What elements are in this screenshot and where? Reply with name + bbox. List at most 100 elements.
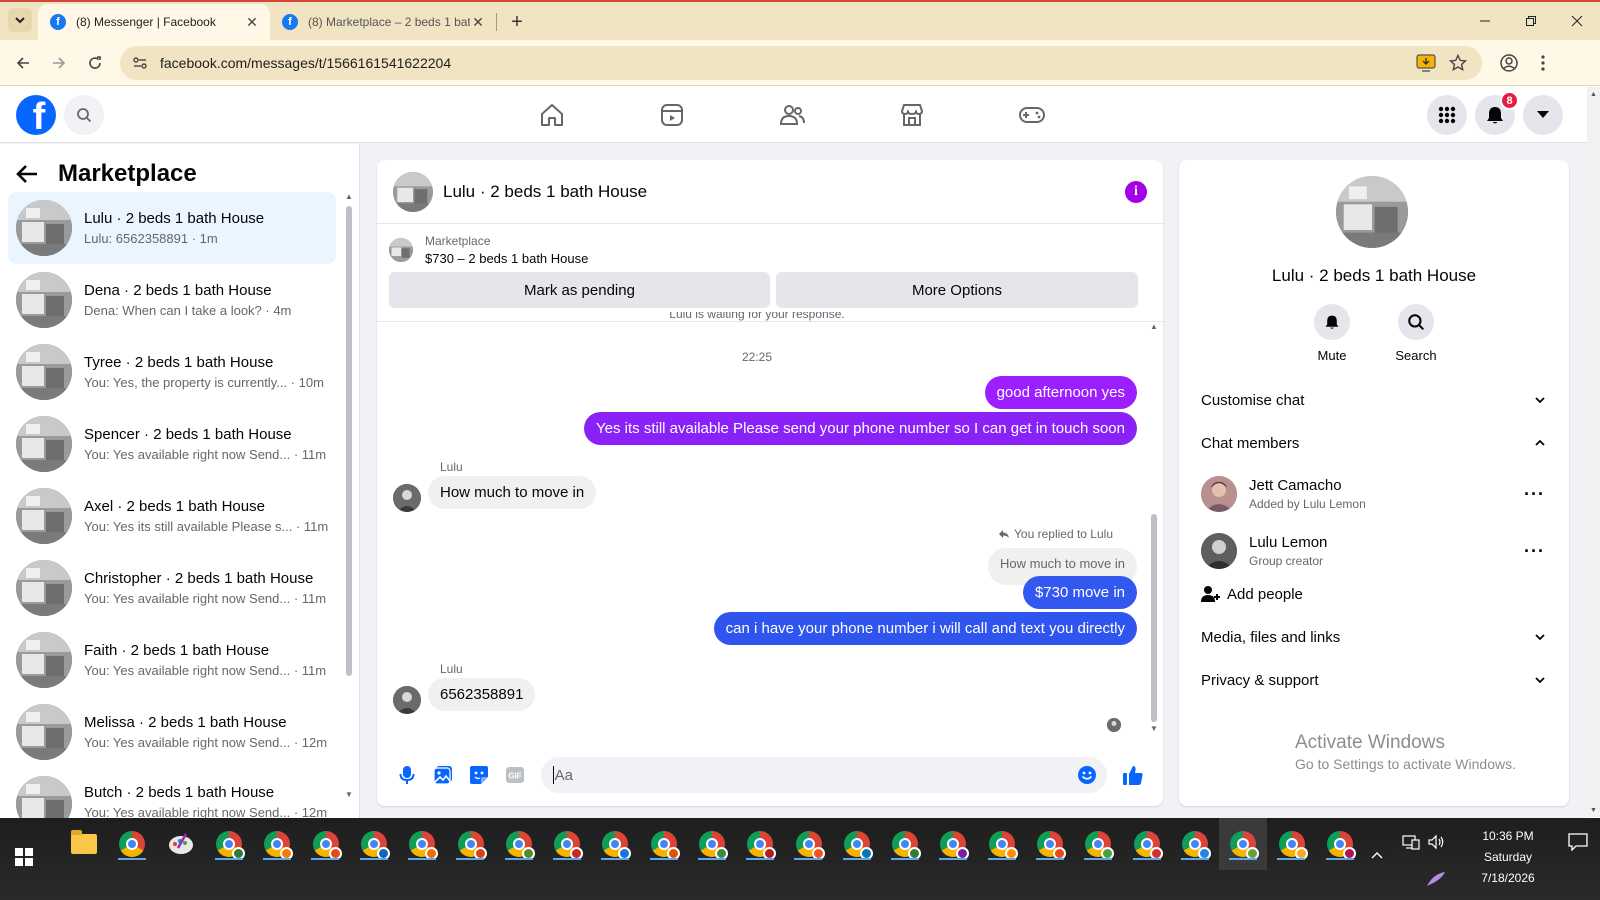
privacy-support-section[interactable]: Privacy & support xyxy=(1193,660,1553,700)
taskbar-chrome-profile[interactable] xyxy=(1267,818,1315,870)
browser-tab-messenger[interactable]: f (8) Messenger | Facebook ✕ xyxy=(38,4,270,40)
info-avatar[interactable] xyxy=(1336,176,1408,248)
cast-install-icon[interactable] xyxy=(1412,49,1440,77)
taskbar-clock[interactable]: 10:36 PM Saturday 7/18/2026 xyxy=(1460,826,1556,900)
incoming-message[interactable]: How much to move in xyxy=(428,476,597,509)
gif-button[interactable]: GIF xyxy=(497,757,533,793)
media-files-links-section[interactable]: Media, files and links xyxy=(1193,617,1553,657)
scrollbar-thumb[interactable] xyxy=(1151,514,1157,722)
sender-avatar[interactable] xyxy=(393,484,421,512)
taskbar-chrome-profile[interactable] xyxy=(301,818,349,870)
taskbar-chrome-profile[interactable] xyxy=(881,818,929,870)
scrollbar-thumb[interactable] xyxy=(346,206,352,676)
mark-as-pending-button[interactable]: Mark as pending xyxy=(389,272,770,308)
more-options-button[interactable]: More Options xyxy=(776,272,1138,308)
tab-search-button[interactable] xyxy=(8,8,32,32)
show-hidden-icons-button[interactable] xyxy=(1362,830,1392,880)
profile-button[interactable] xyxy=(1492,46,1526,80)
close-icon[interactable]: ✕ xyxy=(470,14,486,30)
taskbar-chrome-profile[interactable] xyxy=(736,818,784,870)
taskbar-chrome-profile-active[interactable] xyxy=(1219,818,1268,870)
taskbar-chrome-profile[interactable] xyxy=(1316,818,1364,870)
scroll-up-arrow[interactable]: ▲ xyxy=(343,192,355,201)
mute-button[interactable]: Mute xyxy=(1308,304,1356,363)
emoji-icon[interactable] xyxy=(1077,765,1097,785)
taskbar-chrome-profile[interactable] xyxy=(688,818,736,870)
taskbar-chrome-profile[interactable] xyxy=(205,818,253,870)
chat-scrollbar[interactable]: ▲ ▼ xyxy=(1148,322,1160,742)
network-icon[interactable] xyxy=(1402,834,1420,850)
voice-clip-button[interactable] xyxy=(389,757,425,793)
listing-thumbnail[interactable] xyxy=(389,238,413,262)
attach-photo-button[interactable] xyxy=(425,757,461,793)
account-menu-button[interactable] xyxy=(1523,95,1563,135)
incoming-message[interactable]: 6562358891 xyxy=(428,678,536,711)
taskbar-chrome-profile[interactable] xyxy=(1074,818,1122,870)
conversation-item-faith[interactable]: Faith · 2 beds 1 bath House You: Yes ava… xyxy=(8,624,336,696)
minimize-button[interactable] xyxy=(1462,2,1508,40)
more-horizontal-icon[interactable]: ··· xyxy=(1524,484,1545,505)
listing-title[interactable]: $730 – 2 beds 1 bath House xyxy=(425,251,588,266)
taskbar-chrome[interactable] xyxy=(108,818,156,870)
conversation-item-lulu[interactable]: Lulu · 2 beds 1 bath House Lulu: 6562358… xyxy=(8,192,336,264)
customise-chat-section[interactable]: Customise chat xyxy=(1193,380,1553,420)
taskbar-chrome-profile[interactable] xyxy=(495,818,543,870)
conversation-item-dena[interactable]: Dena · 2 beds 1 bath House Dena: When ca… xyxy=(8,264,336,336)
volume-icon[interactable] xyxy=(1428,834,1446,850)
taskbar-chrome-profile[interactable] xyxy=(1123,818,1171,870)
facebook-logo-icon[interactable]: f xyxy=(16,95,56,135)
taskbar-file-explorer[interactable] xyxy=(60,818,108,870)
new-tab-button[interactable]: + xyxy=(503,8,531,36)
taskbar-chrome-profile[interactable] xyxy=(833,818,881,870)
more-horizontal-icon[interactable]: ··· xyxy=(1524,541,1545,562)
start-button[interactable] xyxy=(0,832,48,882)
outgoing-message[interactable]: good afternoon yes xyxy=(984,376,1137,409)
message-input[interactable]: Aa xyxy=(540,757,1108,793)
taskbar-chrome-profile[interactable] xyxy=(253,818,301,870)
page-scrollbar[interactable]: ▲ ▼ xyxy=(1587,87,1600,817)
sticker-button[interactable] xyxy=(461,757,497,793)
send-like-button[interactable] xyxy=(1115,757,1151,793)
pen-feather-icon[interactable] xyxy=(1425,870,1447,888)
taskbar-chrome-profile[interactable] xyxy=(978,818,1026,870)
taskbar-chrome-profile[interactable] xyxy=(350,818,398,870)
back-arrow-button[interactable] xyxy=(16,164,46,184)
notifications-button[interactable]: 8 xyxy=(1475,91,1519,135)
scroll-down-arrow[interactable]: ▼ xyxy=(1587,803,1600,817)
taskbar-chrome-profile[interactable] xyxy=(591,818,639,870)
nav-home[interactable] xyxy=(492,87,612,143)
taskbar-chrome-profile[interactable] xyxy=(784,818,832,870)
address-bar[interactable]: facebook.com/messages/t/1566161541622204 xyxy=(120,45,1482,80)
nav-marketplace[interactable] xyxy=(852,87,972,143)
conversation-item-axel[interactable]: Axel · 2 beds 1 bath House You: Yes its … xyxy=(8,480,336,552)
close-window-button[interactable] xyxy=(1554,2,1600,40)
close-icon[interactable]: ✕ xyxy=(244,14,260,30)
search-in-conversation-button[interactable]: Search xyxy=(1392,304,1440,363)
taskbar-chrome-profile[interactable] xyxy=(1026,818,1074,870)
member-item[interactable]: Jett Camacho Added by Lulu Lemon ··· xyxy=(1193,466,1553,522)
browser-tab-marketplace[interactable]: f (8) Marketplace – 2 beds 1 bath ✕ xyxy=(270,4,496,40)
sender-avatar[interactable] xyxy=(393,686,421,714)
sidebar-scrollbar[interactable]: ▲ ▼ xyxy=(343,192,355,812)
nav-video[interactable] xyxy=(612,87,732,143)
outgoing-message[interactable]: $730 move in xyxy=(1022,576,1137,609)
taskbar-chrome-profile[interactable] xyxy=(640,818,688,870)
chat-title[interactable]: Lulu · 2 beds 1 bath House xyxy=(443,182,647,202)
taskbar-chrome-profile[interactable] xyxy=(446,818,494,870)
info-icon[interactable]: i xyxy=(1125,180,1147,203)
conversation-item-tyree[interactable]: Tyree · 2 beds 1 bath House You: Yes, th… xyxy=(8,336,336,408)
taskbar-paint[interactable] xyxy=(157,818,205,870)
conversation-item-melissa[interactable]: Melissa · 2 beds 1 bath House You: Yes a… xyxy=(8,696,336,768)
add-people-button[interactable]: Add people xyxy=(1193,574,1553,614)
site-info-icon[interactable] xyxy=(130,53,150,73)
scroll-down-arrow[interactable]: ▼ xyxy=(1148,724,1160,733)
outgoing-message[interactable]: Yes its still available Please send your… xyxy=(584,412,1137,445)
taskbar-chrome-profile[interactable] xyxy=(1171,818,1219,870)
taskbar-chrome-profile[interactable] xyxy=(929,818,977,870)
browser-menu-button[interactable] xyxy=(1526,46,1560,80)
taskbar-chrome-profile[interactable] xyxy=(543,818,591,870)
member-item[interactable]: Lulu Lemon Group creator ··· xyxy=(1193,523,1553,579)
reload-button[interactable] xyxy=(78,46,112,80)
back-button[interactable] xyxy=(6,46,40,80)
chat-avatar[interactable] xyxy=(393,171,433,212)
